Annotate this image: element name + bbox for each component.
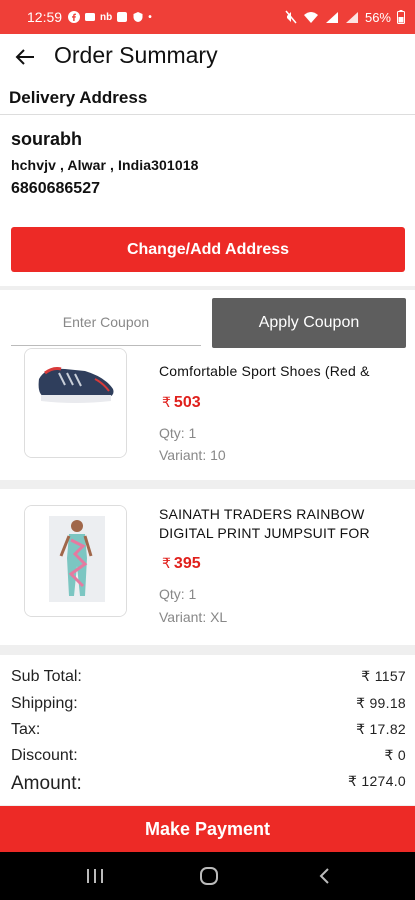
coupon-row: Apply Coupon	[0, 290, 415, 356]
signal-icon	[325, 11, 338, 23]
system-nav-bar	[0, 852, 415, 900]
rupee-symbol: ₹	[162, 394, 171, 410]
amount-row: Amount: ₹ 1274.0	[11, 773, 406, 795]
amount-value: ₹ 1274.0	[347, 773, 406, 789]
tax-label: Tax:	[11, 721, 41, 738]
product-qty: Qty: 1	[159, 586, 197, 602]
facebook-icon	[68, 11, 81, 23]
product-price-value: 395	[173, 555, 201, 572]
product-price-value: 503	[173, 394, 201, 411]
amount-label: Amount:	[11, 773, 82, 794]
address-line: hchvjv , Alwar , India301018	[11, 157, 199, 173]
product-image-shoe	[24, 348, 127, 458]
shield-icon	[133, 12, 143, 22]
sub-total-row: Sub Total: ₹ 1157	[11, 668, 406, 686]
phone-number: 6860686527	[11, 180, 100, 197]
apply-coupon-button[interactable]: Apply Coupon	[212, 298, 406, 348]
app-icon	[117, 12, 128, 22]
product-variant: Variant: XL	[159, 609, 228, 625]
price-summary: Sub Total: ₹ 1157 Shipping: ₹ 99.18 Tax:…	[0, 655, 415, 805]
delivery-address-heading: Delivery Address	[9, 88, 148, 107]
shipping-label: Shipping:	[11, 695, 78, 712]
recipient-name: sourabh	[11, 129, 83, 149]
message-icon	[85, 13, 96, 21]
product-price: ₹503	[162, 394, 201, 412]
shoe-image	[25, 349, 126, 457]
product-price: ₹395	[162, 555, 201, 573]
product-card[interactable]: SAINATH TRADERS RAINBOW DIGITAL PRINT JU…	[0, 489, 415, 645]
battery-icon	[397, 10, 405, 24]
discount-label: Discount:	[11, 747, 78, 764]
sub-total-value: ₹ 1157	[361, 668, 406, 684]
discount-value: ₹ 0	[384, 747, 406, 763]
sub-total-label: Sub Total:	[11, 668, 82, 685]
address-card: sourabh hchvjv , Alwar , India301018 686…	[0, 114, 415, 286]
product-title: Comfortable Sport Shoes (Red &	[159, 363, 370, 379]
product-card[interactable]: Comfortable Sport Shoes (Red & ₹503 Qty:…	[0, 348, 415, 480]
mute-icon	[285, 10, 297, 24]
shipping-row: Shipping: ₹ 99.18	[11, 695, 406, 713]
change-address-button[interactable]: Change/Add Address	[11, 227, 405, 272]
page-title: Order Summary	[54, 42, 218, 68]
signal-2-icon	[345, 11, 358, 23]
discount-row: Discount: ₹ 0	[11, 747, 406, 765]
tax-value: ₹ 17.82	[356, 721, 406, 737]
nb-icon: nb	[100, 11, 113, 23]
make-payment-button[interactable]: Make Payment	[0, 806, 415, 852]
more-notifications-icon: •	[148, 11, 152, 23]
product-qty: Qty: 1	[159, 425, 197, 441]
product-variant: Variant: 10	[159, 447, 226, 463]
coupon-input[interactable]	[11, 298, 201, 346]
product-title: SAINATH TRADERS RAINBOW DIGITAL PRINT JU…	[159, 506, 370, 541]
app-header: Order Summary	[0, 34, 415, 84]
recent-apps-icon[interactable]	[84, 866, 106, 886]
home-icon[interactable]	[198, 866, 220, 886]
back-nav-icon[interactable]	[314, 866, 336, 886]
product-image-jumpsuit	[24, 505, 127, 617]
rupee-symbol: ₹	[162, 555, 171, 571]
back-arrow-icon[interactable]	[12, 44, 38, 70]
shipping-value: ₹ 99.18	[356, 695, 406, 711]
delivery-address-heading-bar: Delivery Address	[0, 84, 415, 114]
battery-percent: 56%	[364, 9, 391, 25]
wifi-icon	[303, 11, 318, 23]
status-bar: 12:59 nb • 56%	[0, 0, 415, 34]
status-time: 12:59	[27, 9, 63, 25]
jumpsuit-image	[25, 506, 126, 616]
tax-row: Tax: ₹ 17.82	[11, 721, 406, 739]
notification-icons: nb •	[68, 11, 152, 23]
